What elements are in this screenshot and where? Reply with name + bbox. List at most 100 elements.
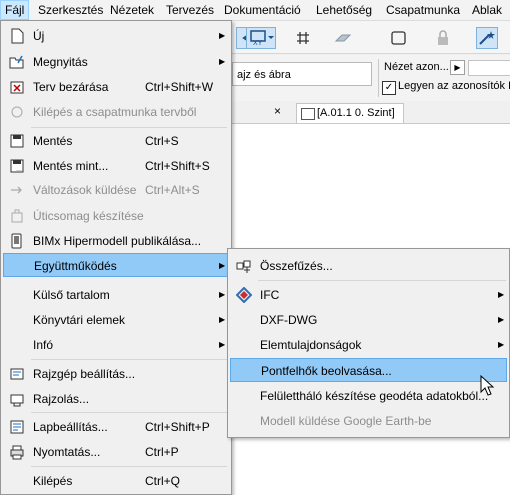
menu-item-megnyitas-label: Megnyitás — [33, 55, 88, 69]
submenu-arrow-icon: ▶ — [498, 315, 505, 324]
menu-item-nyomtatas-label: Nyomtatás... — [33, 445, 101, 459]
submenu-arrow-icon: ▶ — [219, 315, 226, 324]
magic-wand-icon[interactable] — [476, 27, 498, 49]
layer-combo[interactable]: ajz és ábra — [232, 62, 372, 86]
close-plan-icon — [9, 79, 25, 95]
menu-ablak[interactable]: Ablak — [468, 0, 506, 20]
menu-item-kilepes[interactable]: Kilépés Ctrl+Q — [3, 469, 229, 493]
menu-item-mentes-mint-label: Mentés mint... — [33, 159, 109, 173]
menu-item-info-label: Infó — [33, 338, 54, 352]
menu-item-mentes[interactable]: Mentés Ctrl+S — [3, 129, 229, 153]
tab-close-icon[interactable]: × — [274, 104, 281, 118]
menu-separator — [31, 412, 227, 413]
menu-dokumentacio-label: Dokumentáció — [224, 3, 301, 17]
submenu-arrow-icon: ▶ — [219, 31, 226, 40]
grid-snap-icon[interactable] — [292, 27, 314, 49]
menu-item-kilepes-label: Kilépés — [33, 474, 73, 488]
menu-item-kulso-tartalom[interactable]: Külső tartalom ▶ — [3, 283, 229, 307]
infobox-divider — [378, 59, 379, 97]
menu-item-konyvtari-elemek[interactable]: Könyvtári elemek ▶ — [3, 308, 229, 332]
submenu-arrow-icon: ▶ — [498, 340, 505, 349]
menu-item-feluletthalo[interactable]: Felülettháló készítése geodéta adatokból… — [230, 384, 507, 408]
menu-item-megnyitas[interactable]: Megnyitás ▶ — [3, 50, 229, 74]
id-checkbox[interactable]: ✓ — [382, 81, 396, 95]
send-changes-icon — [9, 182, 25, 198]
menu-item-elemtulajdonsagok-label: Elemtulajdonságok — [260, 338, 362, 352]
plot-icon — [9, 391, 25, 407]
menu-item-valtozasok-kuldese[interactable]: Változások küldése Ctrl+Alt+S — [3, 178, 229, 202]
menu-tervezes[interactable]: Tervezés — [162, 0, 218, 20]
menu-item-bimx-label: BIMx Hipermodell publikálása... — [33, 234, 202, 248]
menu-item-elemtulajdonsagok[interactable]: Elemtulajdonságok ▶ — [230, 333, 507, 357]
menu-csapatmunka-label: Csapatmunka — [386, 3, 461, 17]
new-file-icon — [9, 28, 25, 44]
shortcut-label: Ctrl+Q — [145, 474, 181, 488]
menu-item-kilepes-csapatmunka-label: Kilépés a csapatmunka tervből — [33, 105, 197, 119]
menu-szerkesztes-label: Szerkesztés — [38, 3, 104, 17]
tab-floor-plan-label: [A.01.1 0. Szint] — [317, 107, 395, 119]
menu-item-terv-bezarasa-label: Terv bezárása — [33, 80, 109, 94]
svg-text:…: … — [16, 167, 22, 173]
menu-item-google-earth[interactable]: Modell küldése Google Earth-be — [230, 409, 507, 433]
menu-item-info[interactable]: Infó ▶ — [3, 333, 229, 357]
shortcut-label: Ctrl+Shift+P — [145, 420, 210, 434]
ifc-logo-icon — [235, 286, 253, 304]
info-box: ajz és ábra Nézet azon... ▶ ✓ Legyen az … — [232, 55, 510, 102]
menu-item-uj[interactable]: Új ▶ — [3, 24, 229, 48]
menu-item-rajzgep-label: Rajzgép beállítás... — [33, 367, 136, 381]
shortcut-label: Ctrl+Alt+S — [145, 183, 200, 197]
mouse-cursor-icon — [480, 374, 496, 397]
menu-item-kilepes-csapatmunka[interactable]: Kilépés a csapatmunka tervből — [3, 100, 229, 124]
menu-item-osszefuzes[interactable]: Összefűzés... — [230, 254, 507, 278]
package-icon — [9, 208, 25, 224]
menu-item-feluletthalo-label: Felülettháló készítése geodéta adatokból… — [260, 389, 489, 403]
menu-separator — [31, 127, 227, 128]
tab-strip: × [A.01.1 0. Szint] — [232, 101, 510, 124]
submenu-arrow-icon: ▶ — [219, 290, 226, 299]
plotter-setup-icon — [9, 366, 25, 382]
menu-dokumentacio[interactable]: Dokumentáció — [220, 0, 305, 20]
view-id-field[interactable] — [468, 60, 510, 76]
menu-item-google-earth-label: Modell küldése Google Earth-be — [260, 414, 432, 428]
menu-item-rajzolas-label: Rajzolás... — [33, 392, 90, 406]
surface-icon[interactable] — [332, 27, 354, 49]
menu-item-terv-bezarasa[interactable]: Terv bezárása Ctrl+Shift+W — [3, 75, 229, 99]
toolbar-xy-icon[interactable]: XY — [246, 27, 276, 49]
menu-item-pontfelhok-beolvasasa[interactable]: Pontfelhők beolvasása... — [230, 358, 507, 382]
menu-item-uticsomag[interactable]: Úticsomag készítése — [3, 204, 229, 228]
menu-item-dxf-dwg[interactable]: DXF-DWG ▶ — [230, 308, 507, 332]
menu-item-mentes-mint[interactable]: … Mentés mint... Ctrl+Shift+S — [3, 154, 229, 178]
svg-text:XY: XY — [253, 40, 263, 47]
menu-item-lapbeallitas-label: Lapbeállítás... — [33, 420, 108, 434]
floor-plan-icon — [301, 108, 315, 120]
save-icon — [9, 133, 25, 149]
menu-fajl[interactable]: Fájl — [0, 0, 30, 20]
tab-floor-plan[interactable]: [A.01.1 0. Szint] — [296, 103, 404, 123]
submenu-arrow-icon: ▶ — [498, 290, 505, 299]
menu-item-kulso-tartalom-label: Külső tartalom — [33, 288, 110, 302]
menu-item-egyuttmukodes-label: Együttműködés — [34, 259, 117, 273]
menu-fajl-label: Fájl — [5, 3, 25, 17]
menu-item-rajzgep[interactable]: Rajzgép beállítás... — [3, 362, 229, 386]
menu-separator — [31, 359, 227, 360]
menu-item-valtozasok-kuldese-label: Változások küldése — [33, 183, 137, 197]
menu-item-lapbeallitas[interactable]: Lapbeállítás... Ctrl+Shift+P — [3, 415, 229, 439]
lock-icon[interactable] — [432, 27, 454, 49]
menu-nezetek[interactable]: Nézetek — [106, 0, 158, 20]
menu-item-konyvtari-elemek-label: Könyvtári elemek — [33, 313, 126, 327]
menu-csapatmunka[interactable]: Csapatmunka — [382, 0, 464, 20]
shortcut-label: Ctrl+S — [145, 134, 179, 148]
bimx-icon — [9, 233, 25, 249]
menu-item-rajzolas[interactable]: Rajzolás... — [3, 387, 229, 411]
menu-item-bimx[interactable]: BIMx Hipermodell publikálása... — [3, 229, 229, 253]
menu-item-egyuttmukodes[interactable]: Együttműködés ▶ — [3, 253, 229, 277]
open-folder-icon — [9, 54, 25, 70]
menu-item-dxf-dwg-label: DXF-DWG — [260, 313, 318, 327]
menu-nezetek-label: Nézetek — [110, 3, 155, 17]
menu-lehetoseg[interactable]: Lehetőség — [312, 0, 376, 20]
view-icon[interactable] — [388, 27, 410, 49]
menu-item-ifc[interactable]: IFC ▶ — [230, 283, 507, 307]
menu-item-nyomtatas[interactable]: Nyomtatás... Ctrl+P — [3, 440, 229, 464]
view-id-arrow-button[interactable]: ▶ — [450, 60, 465, 75]
menu-szerkesztes[interactable]: Szerkesztés — [34, 0, 107, 20]
